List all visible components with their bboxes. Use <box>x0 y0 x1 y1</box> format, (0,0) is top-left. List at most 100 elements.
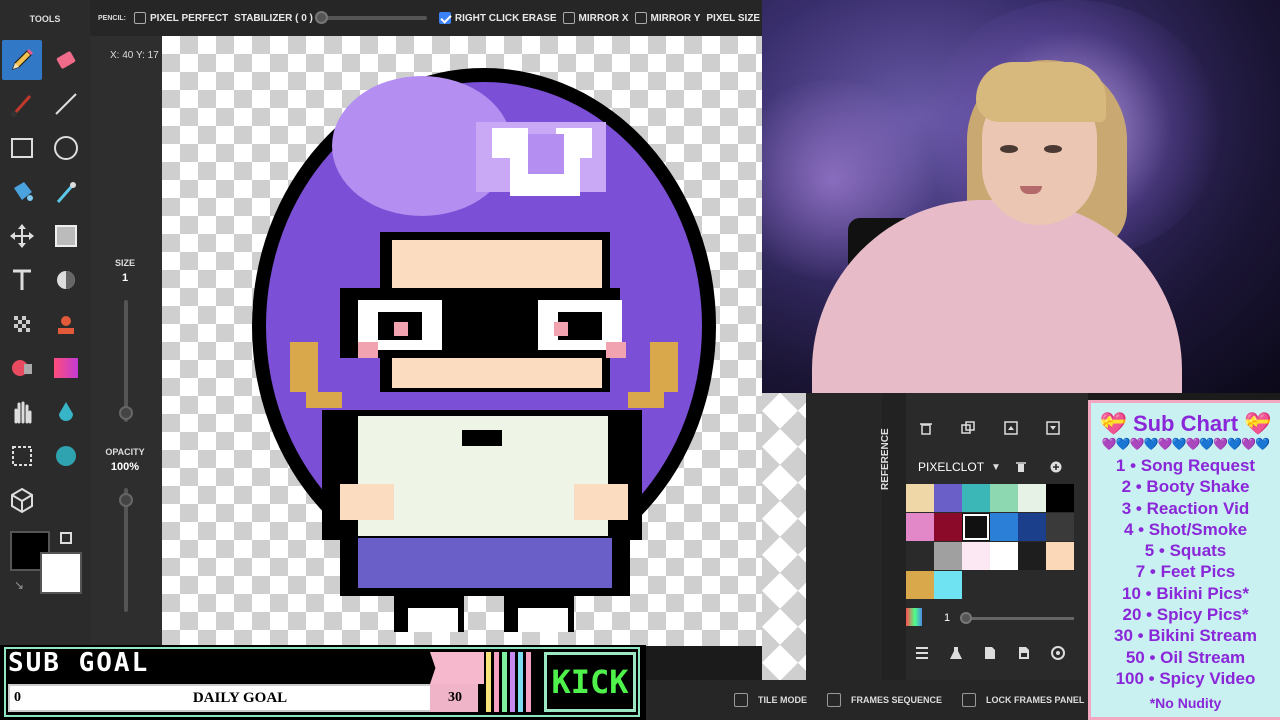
sub-chart-item: 20 • Spicy Pics* <box>1122 605 1249 625</box>
color-replace-icon <box>12 360 32 376</box>
line-icon <box>55 93 77 115</box>
palette-swatch[interactable] <box>1018 484 1046 512</box>
palette-swatch[interactable] <box>1018 542 1046 570</box>
smudge-tool[interactable] <box>46 436 86 476</box>
palette-swatch[interactable] <box>934 542 962 570</box>
line-tool[interactable] <box>46 84 86 124</box>
palette-swatch[interactable] <box>906 571 934 599</box>
shade-icon <box>57 271 75 289</box>
stripe-green <box>502 652 507 712</box>
frames-sequence-checkbox[interactable] <box>827 693 841 707</box>
palette-swatch[interactable] <box>962 542 990 570</box>
bucket-icon <box>14 182 33 201</box>
ellipse-tool[interactable] <box>46 128 86 168</box>
settings-icon[interactable] <box>1050 645 1066 661</box>
rectangle-tool[interactable] <box>2 128 42 168</box>
kick-badge: KICK <box>544 652 636 712</box>
palette-swatch[interactable] <box>934 571 962 599</box>
stabilizer-slider-knob[interactable] <box>314 11 328 24</box>
size-value: 1 <box>121 272 129 284</box>
select-tool[interactable] <box>46 216 86 256</box>
sub-chart-item: 50 • Oil Stream <box>1125 647 1246 667</box>
palette-swatch[interactable] <box>990 542 1018 570</box>
stripe-purple <box>510 652 515 712</box>
dither-tool[interactable] <box>2 304 42 344</box>
mirror-y-checkbox[interactable] <box>634 12 647 24</box>
right-click-erase-label: RIGHT CLICK ERASE <box>454 12 557 24</box>
blur-tool[interactable] <box>46 392 86 432</box>
palette-swatch[interactable] <box>906 484 934 512</box>
palette-count: 1 <box>944 612 951 624</box>
move-up-icon[interactable] <box>1003 420 1019 436</box>
palette-size-slider[interactable] <box>960 612 1074 624</box>
palette-swatch[interactable] <box>990 513 1018 541</box>
text-tool[interactable] <box>2 260 42 300</box>
fill-tool[interactable] <box>2 172 42 212</box>
move-tool[interactable] <box>2 216 42 256</box>
duplicate-frame-icon[interactable] <box>960 420 976 436</box>
delete-palette-icon[interactable] <box>1013 459 1029 475</box>
reference-tab[interactable]: REFERENCE <box>880 428 891 490</box>
palette-swatch[interactable] <box>1018 513 1046 541</box>
eyedropper-tool[interactable] <box>46 172 86 212</box>
gradient-tool[interactable] <box>46 348 86 388</box>
tile-mode-label: TILE MODE <box>758 695 807 705</box>
opacity-slider-knob[interactable] <box>119 493 133 507</box>
palette-dropdown-chevron-icon[interactable]: ▼ <box>988 459 1004 475</box>
palette-swatch[interactable] <box>906 542 934 570</box>
move-icon <box>10 224 34 248</box>
stamp-tool[interactable] <box>46 304 86 344</box>
flask-icon[interactable] <box>948 645 964 661</box>
frames-sequence-label: FRAMES SEQUENCE <box>851 695 943 705</box>
eyedropper-icon <box>56 182 76 203</box>
export-file-icon[interactable] <box>1016 645 1032 661</box>
reset-colors-icon[interactable]: ↘ <box>14 578 28 592</box>
palette-swatch[interactable] <box>1046 513 1074 541</box>
add-color-icon[interactable] <box>906 608 922 626</box>
move-down-icon[interactable] <box>1045 420 1061 436</box>
canvas-extension[interactable] <box>762 393 806 680</box>
palette-swatch[interactable] <box>906 513 934 541</box>
secondary-color-swatch[interactable] <box>40 552 82 594</box>
sub-chart-title: 💝 Sub Chart 💝 <box>1099 411 1272 436</box>
right-click-erase-checkbox[interactable] <box>438 12 451 24</box>
stripe-pink-2 <box>526 652 531 712</box>
size-slider[interactable] <box>124 300 128 422</box>
import-file-icon[interactable] <box>982 645 998 661</box>
palette-swatch[interactable] <box>1046 542 1074 570</box>
mirror-y-label: MIRROR Y <box>650 12 701 24</box>
eraser-tool[interactable] <box>46 40 86 80</box>
palette-swatch[interactable] <box>962 484 990 512</box>
tool-option-label: PENCIL: <box>98 14 126 22</box>
palette-swatch[interactable] <box>990 484 1018 512</box>
color-replace-tool[interactable] <box>2 348 42 388</box>
size-slider-knob[interactable] <box>119 406 133 420</box>
list-view-icon[interactable] <box>914 645 930 661</box>
add-palette-icon[interactable] <box>1048 459 1064 475</box>
palette-swatch[interactable] <box>962 513 990 541</box>
brush-icon <box>11 95 32 117</box>
palette-name[interactable]: PIXELCLOT <box>918 460 984 474</box>
palette-swatch[interactable] <box>934 484 962 512</box>
sub-chart-item: 1 • Song Request <box>1115 456 1256 475</box>
circle-icon <box>54 136 78 160</box>
tools-title: TOOLS <box>29 14 61 24</box>
palette-size-slider-knob[interactable] <box>960 612 972 624</box>
3d-tool[interactable] <box>2 480 42 520</box>
drawing-canvas[interactable] <box>162 36 762 646</box>
swap-colors-icon[interactable] <box>60 532 72 544</box>
lock-frames-panel-checkbox[interactable] <box>962 693 977 707</box>
delete-frame-icon[interactable] <box>918 420 934 436</box>
tile-mode-checkbox[interactable] <box>734 693 748 707</box>
palette-swatch[interactable] <box>1046 484 1074 512</box>
brush-tool[interactable] <box>2 84 42 124</box>
eraser-icon <box>56 51 76 69</box>
shade-tool[interactable] <box>46 260 86 300</box>
pixel-perfect-checkbox[interactable] <box>134 12 146 24</box>
hand-tool[interactable] <box>2 392 42 432</box>
palette-swatch[interactable] <box>934 513 962 541</box>
pencil-tool[interactable] <box>2 40 42 80</box>
mirror-x-checkbox[interactable] <box>562 12 575 24</box>
stabilizer-slider[interactable] <box>314 11 427 24</box>
crop-tool[interactable] <box>2 436 42 476</box>
